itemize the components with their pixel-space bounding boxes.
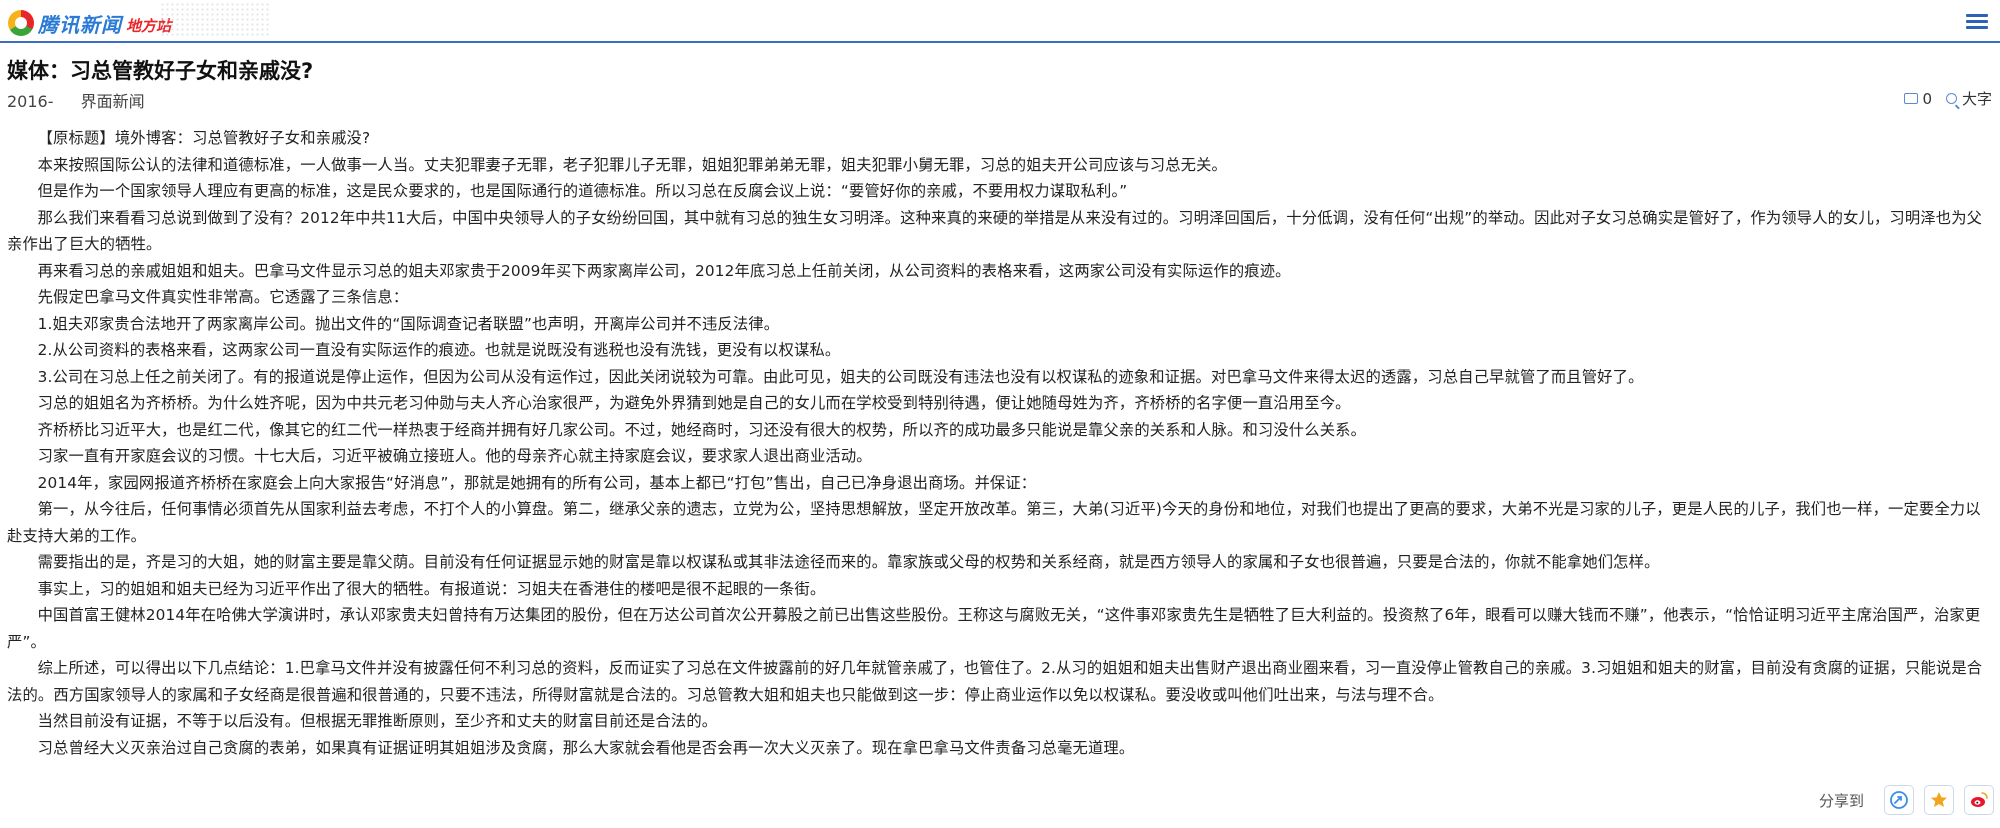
weibo-icon [1971,792,1988,807]
article-paragraph: 本来按照国际公认的法律和道德标准，一人做事一人当。丈夫犯罪妻子无罪，老子犯罪儿子… [37,155,1228,174]
share-label: 分享到 [1818,791,1864,810]
article-tools: 0 大字 [1890,88,1992,109]
share-qzone-button[interactable] [1884,785,1914,815]
article-paragraph: 先假定巴拿马文件真实性非常高。它透露了三条信息： [37,288,409,306]
share-bar: 分享到 [1819,785,1994,815]
article-paragraph: 习家一直有开家庭会议的习惯。十七大后，习近平被确立接班人。他的母亲齐心就主持家庭… [37,447,872,465]
comment-count: 0 [1922,89,1932,108]
article-paragraph: 3.公司在习总上任之前关闭了。有的报道说是停止运作，但因为公司从没有运作过，因此… [37,367,1644,386]
article-body: 【原标题】境外博客：习总管教好子女和亲戚没? 本来按照国际公认的法律和道德标准，一… [7,125,1995,761]
article-paragraph: 当然目前没有证据，不等于以后没有。但根据无罪推断原则，至少齐和丈夫的财富目前还是… [37,712,718,730]
menu-icon[interactable] [1966,14,1988,30]
article-paragraph: 齐桥桥比习近平大，也是红二代，像其它的红二代一样热衷于经商并拥有好几家公司。不过… [37,420,1367,439]
article-meta: 2016- 界面新闻 [7,88,145,112]
article-date: 2016- [7,92,54,111]
article-paragraph: 综上所述，可以得出以下几点结论：1.巴拿马文件并没有披露任何不利习总的资料，反而… [7,659,1983,704]
article-source: 界面新闻 [80,92,145,111]
article-paragraph: 中国首富王健林2014年在哈佛大学演讲时，承认邓家贵夫妇曾持有万达集团的股份，但… [7,606,1981,651]
zoom-icon [1945,93,1957,104]
font-size-label: 大字 [1961,90,1992,108]
article-paragraph: 再来看习总的亲戚姐姐和姐夫。巴拿马文件显示习总的姐夫邓家贵于2009年买下两家离… [37,261,1291,280]
article-paragraph: 但是作为一个国家领导人理应有更高的标准，这是民众要求的，也是国际通行的道德标准。… [37,182,1128,200]
comment-count-button[interactable]: 0 [1904,90,1932,108]
article-paragraph: 习总曾经大义灭亲治过自己贪腐的表弟，如果真有证据证明其姐姐涉及贪腐，那么大家就会… [37,738,1135,757]
font-size-button[interactable]: 大字 [1945,88,1992,109]
share-weibo-button[interactable] [1964,785,1994,815]
tencent-news-logo-icon [8,10,34,36]
article-paragraph: 事实上，习的姐姐和姐夫已经为习近平作出了很大的牺牲。有报道说：习姐夫在香港住的楼… [37,579,826,598]
header-dot-map-decoration [160,2,270,38]
logo-text: 腾讯新闻 [38,12,122,37]
comment-icon [1904,93,1919,104]
site-logo[interactable]: 腾讯新闻 地方站 [8,9,171,37]
favorite-star-icon [1931,792,1947,807]
share-favorite-button[interactable] [1924,785,1954,815]
qzone-icon [1890,791,1908,809]
article-paragraph: 【原标题】境外博客：习总管教好子女和亲戚没? [37,129,371,147]
site-header: 腾讯新闻 地方站 [0,0,2000,43]
article-paragraph: 2014年，家园网报道齐桥桥在家庭会上向大家报告“好消息”，那就是她拥有的所有公… [37,473,1037,492]
article-paragraph: 习总的姐姐名为齐桥桥。为什么姓齐呢，因为中共元老习仲勋与夫人齐心治家很严，为避免… [37,394,1351,412]
article-paragraph: 那么我们来看看习总说到做到了没有？2012年中共11大后，中国中央领导人的子女纷… [7,208,1983,254]
article-paragraph: 2.从公司资料的表格来看，这两家公司一直没有实际运作的痕迹。也就是说既没有逃税也… [37,341,841,359]
article-title: 媒体：习总管教好子女和亲戚没? [7,59,314,83]
article-paragraph: 第一，从今往后，任何事情必须首先从国家利益去考虑，不打个人的小算盘。第二，继承父… [7,500,1981,545]
article-paragraph: 1.姐夫邓家贵合法地开了两家离岸公司。抛出文件的“国际调查记者联盟”也声明，开离… [37,314,780,333]
article-paragraph: 需要指出的是，齐是习的大姐，她的财富主要是靠父荫。目前没有任何证据显示她的财富是… [37,553,1660,571]
